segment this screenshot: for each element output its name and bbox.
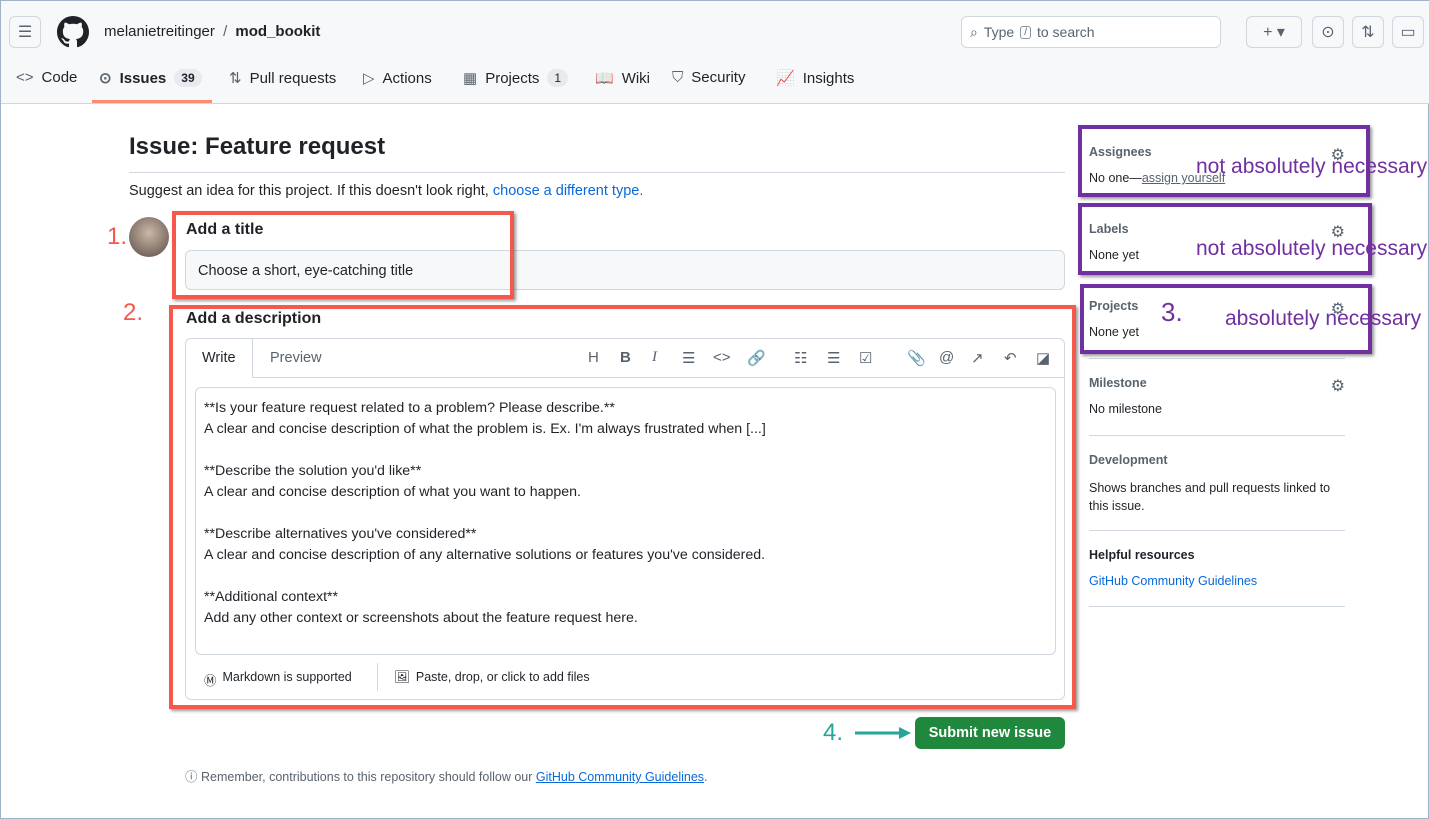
divider — [1089, 606, 1345, 607]
divider — [1089, 358, 1345, 359]
annotation-number: 3. — [1161, 297, 1183, 327]
issues-count: 39 — [174, 69, 202, 87]
development-label: Development — [1089, 453, 1168, 467]
breadcrumb: melanietreitinger / mod_bookit — [104, 23, 320, 40]
inbox-icon[interactable]: ▭ — [1392, 16, 1424, 48]
choose-type-link[interactable]: choose a different type. — [493, 183, 643, 199]
table-icon: ▦ — [463, 70, 478, 87]
tab-wiki[interactable]: 📖 Wiki — [595, 69, 651, 88]
milestone-section: Milestone ⚙ No milestone — [1089, 376, 1345, 416]
shield-icon: ⛉ — [672, 69, 684, 86]
annotation-number: 4. — [823, 719, 844, 746]
development-value: Shows branches and pull requests linked … — [1089, 481, 1331, 513]
divider — [129, 172, 1065, 173]
page-title: Issue: Feature request — [129, 133, 386, 160]
tab-issues[interactable]: ⊙ Issues 39 — [99, 69, 202, 87]
play-icon: ▷ — [363, 70, 375, 87]
pull-request-icon: ⇅ — [229, 70, 242, 87]
menu-button[interactable]: ☰ — [9, 16, 41, 48]
tab-label: Pull requests — [249, 69, 337, 87]
graph-icon: 📈 — [776, 70, 795, 87]
tab-label: Insights — [802, 69, 855, 87]
issue-icon: ⊙ — [99, 70, 112, 87]
book-icon: 📖 — [595, 70, 614, 87]
tab-label: Wiki — [621, 69, 651, 87]
tab-label: Projects — [485, 69, 540, 87]
issues-icon[interactable]: ⊙ — [1312, 16, 1344, 48]
create-new-button[interactable]: + ▾ — [1246, 16, 1302, 48]
submit-button[interactable]: Submit new issue — [915, 717, 1065, 749]
milestone-value: No milestone — [1089, 402, 1162, 416]
search-placeholder-suffix: to search — [1036, 24, 1095, 40]
search-shortcut-key: / — [1020, 25, 1031, 39]
community-guidelines-link[interactable]: GitHub Community Guidelines — [1089, 574, 1345, 588]
footer-period: . — [704, 770, 708, 784]
arrow-icon — [855, 727, 911, 739]
annotation-text: not absolutely necessary — [1196, 237, 1428, 260]
footer-note: ⓘ Remember, contributions to this reposi… — [185, 766, 708, 785]
owner-link[interactable]: melanietreitinger — [104, 23, 215, 40]
repo-link[interactable]: mod_bookit — [235, 23, 320, 40]
tab-pull-requests[interactable]: ⇅ Pull requests — [229, 69, 337, 88]
github-logo-icon[interactable] — [57, 16, 89, 48]
divider — [1089, 530, 1345, 531]
resources-label: Helpful resources — [1089, 548, 1195, 562]
annotation-text: not absolutely necessary — [1196, 155, 1428, 178]
tab-projects[interactable]: ▦ Projects 1 — [463, 69, 569, 87]
active-tab-indicator — [92, 100, 212, 103]
footer-text: Remember, contributions to this reposito… — [201, 770, 533, 784]
development-section: Development Shows branches and pull reque… — [1089, 453, 1345, 515]
code-icon: <> — [16, 69, 34, 86]
tab-label: Issues — [119, 69, 167, 87]
annotation-number: 1. — [107, 223, 128, 250]
subtitle: Suggest an idea for this project. If thi… — [129, 183, 643, 199]
annotation-box-description — [169, 305, 1076, 709]
tab-actions[interactable]: ▷ Actions — [363, 69, 432, 88]
subtitle-text: Suggest an idea for this project. If thi… — [129, 183, 489, 199]
tab-code[interactable]: <> Code — [16, 69, 77, 86]
milestone-label: Milestone — [1089, 376, 1147, 390]
annotation-box-title — [172, 211, 514, 299]
info-icon: ⓘ — [185, 770, 198, 784]
gear-icon[interactable]: ⚙ — [1331, 376, 1345, 396]
tab-insights[interactable]: 📈 Insights — [776, 69, 855, 88]
tab-label: Security — [691, 69, 746, 86]
tab-label: Code — [41, 69, 78, 86]
annotation-number: 2. — [123, 299, 144, 326]
search-placeholder: Type — [983, 24, 1015, 40]
annotation-text: absolutely necessary — [1225, 307, 1422, 330]
avatar — [129, 217, 169, 257]
guidelines-link[interactable]: GitHub Community Guidelines — [536, 770, 704, 784]
breadcrumb-separator: / — [223, 23, 228, 40]
projects-count: 1 — [547, 69, 569, 87]
pull-requests-icon[interactable]: ⇅ — [1352, 16, 1384, 48]
search-icon: ⌕ — [970, 23, 978, 40]
search-input[interactable]: ⌕ Type / to search — [961, 16, 1221, 48]
divider — [1089, 435, 1345, 436]
resources-section: Helpful resources GitHub Community Guidel… — [1089, 548, 1345, 588]
tab-security[interactable]: ⛉ Security — [672, 69, 745, 86]
tab-label: Actions — [382, 69, 432, 87]
